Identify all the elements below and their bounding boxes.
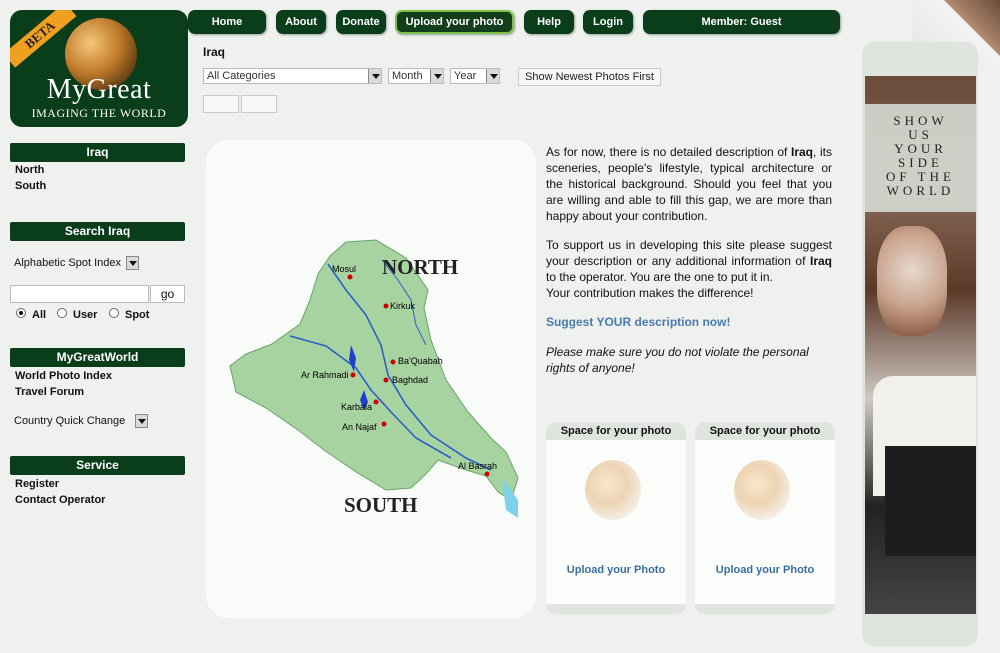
ad-slogan-line: YOUR bbox=[894, 141, 947, 156]
city-marker bbox=[347, 274, 353, 280]
pager-next-button[interactable] bbox=[241, 95, 277, 113]
sidebar-item-contact-operator[interactable]: Contact Operator bbox=[15, 494, 105, 506]
map-panel: Mosul Kirkuk Ba'Quabah Ar Rahmadi Baghda… bbox=[206, 140, 536, 618]
sidebar-item-travel-forum[interactable]: Travel Forum bbox=[15, 386, 84, 398]
nav-help[interactable]: Help bbox=[524, 10, 574, 34]
sidebar-service-header: Service bbox=[10, 456, 185, 475]
nav-home[interactable]: Home bbox=[188, 10, 266, 34]
map-label-south[interactable]: SOUTH bbox=[344, 493, 418, 517]
rights-warning: Please make sure you do not violate the … bbox=[546, 345, 809, 375]
city-marker bbox=[383, 377, 389, 383]
upload-photo-link[interactable]: Upload your Photo bbox=[546, 564, 686, 576]
city-marker bbox=[373, 399, 379, 405]
ad-slogan-line: WORLD bbox=[886, 183, 955, 198]
ad-photo-clothing bbox=[885, 446, 976, 556]
city-label-kirkuk: Kirkuk bbox=[390, 301, 416, 311]
country-name: Iraq bbox=[809, 254, 832, 268]
city-marker bbox=[381, 421, 387, 427]
month-select-value: Month bbox=[392, 70, 423, 82]
city-label-al-basrah: Al Basrah bbox=[458, 461, 497, 471]
radio-all-label: All bbox=[32, 309, 47, 321]
ad-slogan-line: SIDE bbox=[898, 155, 943, 170]
nav-donate[interactable]: Donate bbox=[336, 10, 386, 34]
globe-icon bbox=[585, 460, 641, 520]
sidebar-item-north[interactable]: North bbox=[15, 164, 44, 176]
description-text: To support us in developing this site pl… bbox=[546, 238, 832, 268]
description-text: As for now, there is no detailed descrip… bbox=[546, 145, 791, 159]
chevron-down-icon bbox=[368, 69, 381, 83]
radio-spot-label: Spot bbox=[125, 309, 150, 321]
city-marker bbox=[390, 359, 396, 365]
city-label-baghdad: Baghdad bbox=[392, 375, 428, 385]
show-newest-button[interactable]: Show Newest Photos First bbox=[518, 68, 661, 86]
category-select-value: All Categories bbox=[207, 70, 276, 82]
pager-prev-button[interactable] bbox=[203, 95, 239, 113]
photo-slot-footer bbox=[546, 604, 686, 614]
description-paragraph: To support us in developing this site pl… bbox=[546, 237, 832, 301]
chevron-down-icon bbox=[430, 69, 443, 83]
sidebar-item-south[interactable]: South bbox=[15, 180, 46, 192]
nav-about[interactable]: About bbox=[276, 10, 326, 34]
map-label-north[interactable]: NORTH bbox=[382, 255, 458, 279]
year-select[interactable]: Year bbox=[450, 68, 500, 84]
logo-subtitle: IMAGING THE WORLD bbox=[31, 106, 167, 120]
city-label-baquabah: Ba'Quabah bbox=[398, 356, 443, 366]
chevron-down-icon bbox=[486, 69, 499, 83]
category-select[interactable]: All Categories bbox=[203, 68, 382, 84]
upload-photo-link[interactable]: Upload your Photo bbox=[695, 564, 835, 576]
sidebar-search-header: Search Iraq bbox=[10, 222, 185, 241]
radio-user[interactable] bbox=[57, 308, 67, 318]
logo-title: MyGreat bbox=[46, 74, 152, 105]
country-description: As for now, there is no detailed descrip… bbox=[546, 144, 832, 389]
photo-slot-header: Space for your photo bbox=[546, 422, 686, 440]
sidebar-regions-header: Iraq bbox=[10, 143, 185, 162]
country-quick-change-label: Country Quick Change bbox=[14, 415, 126, 427]
radio-all[interactable] bbox=[16, 308, 26, 318]
member-status[interactable]: Member: Guest bbox=[643, 10, 840, 34]
photo-slot[interactable]: Space for your photo Upload your Photo bbox=[546, 422, 686, 614]
sidebar-item-register[interactable]: Register bbox=[15, 478, 59, 490]
iraq-map[interactable]: Mosul Kirkuk Ba'Quabah Ar Rahmadi Baghda… bbox=[206, 140, 536, 618]
globe-icon bbox=[734, 460, 790, 520]
ad-photo-face bbox=[877, 226, 947, 336]
city-marker bbox=[350, 372, 356, 378]
photo-slot-header: Space for your photo bbox=[695, 422, 835, 440]
city-label-karbala: Karbala bbox=[341, 402, 372, 412]
photo-slot-footer bbox=[695, 604, 835, 614]
ad-banner[interactable]: SHOW US YOUR SIDE OF THE WORLD bbox=[865, 76, 976, 614]
photo-slot[interactable]: Space for your photo Upload your Photo bbox=[695, 422, 835, 614]
search-input[interactable] bbox=[10, 285, 149, 303]
sidebar-item-world-photo-index[interactable]: World Photo Index bbox=[15, 370, 112, 382]
ad-slogan: SHOW US YOUR SIDE OF THE WORLD bbox=[865, 104, 976, 212]
nav-upload-photo[interactable]: Upload your photo bbox=[395, 10, 514, 34]
city-marker bbox=[484, 471, 490, 477]
city-label-mosul: Mosul bbox=[332, 264, 356, 274]
spot-index-label: Alphabetic Spot Index bbox=[14, 257, 122, 269]
city-label-an-najaf: An Najaf bbox=[342, 422, 377, 432]
city-marker bbox=[383, 303, 389, 309]
site-logo[interactable]: BETA MyGreat IMAGING THE WORLD bbox=[10, 10, 188, 127]
country-quick-change-dropdown[interactable] bbox=[135, 414, 148, 428]
spot-index-dropdown[interactable] bbox=[126, 256, 139, 270]
suggest-description-link[interactable]: Suggest YOUR description now! bbox=[546, 315, 730, 329]
nav-login[interactable]: Login bbox=[583, 10, 633, 34]
year-select-value: Year bbox=[454, 70, 477, 82]
radio-spot[interactable] bbox=[109, 308, 119, 318]
ad-slogan-line: SHOW bbox=[893, 113, 948, 128]
page-title: Iraq bbox=[203, 45, 226, 59]
sidebar-mgw-header: MyGreatWorld bbox=[10, 348, 185, 367]
search-go-button[interactable]: go bbox=[150, 285, 185, 303]
ad-slogan-line: US bbox=[908, 127, 933, 142]
ad-slogan-line: OF THE bbox=[886, 169, 955, 184]
description-text: Your contribution makes the difference! bbox=[546, 286, 754, 300]
month-select[interactable]: Month bbox=[388, 68, 444, 84]
radio-user-label: User bbox=[73, 309, 98, 321]
description-paragraph: As for now, there is no detailed descrip… bbox=[546, 144, 832, 224]
city-label-ar-rahmadi: Ar Rahmadi bbox=[301, 370, 349, 380]
description-text: to the operator. You are the one to put … bbox=[546, 270, 773, 284]
country-name: Iraq bbox=[791, 145, 814, 159]
